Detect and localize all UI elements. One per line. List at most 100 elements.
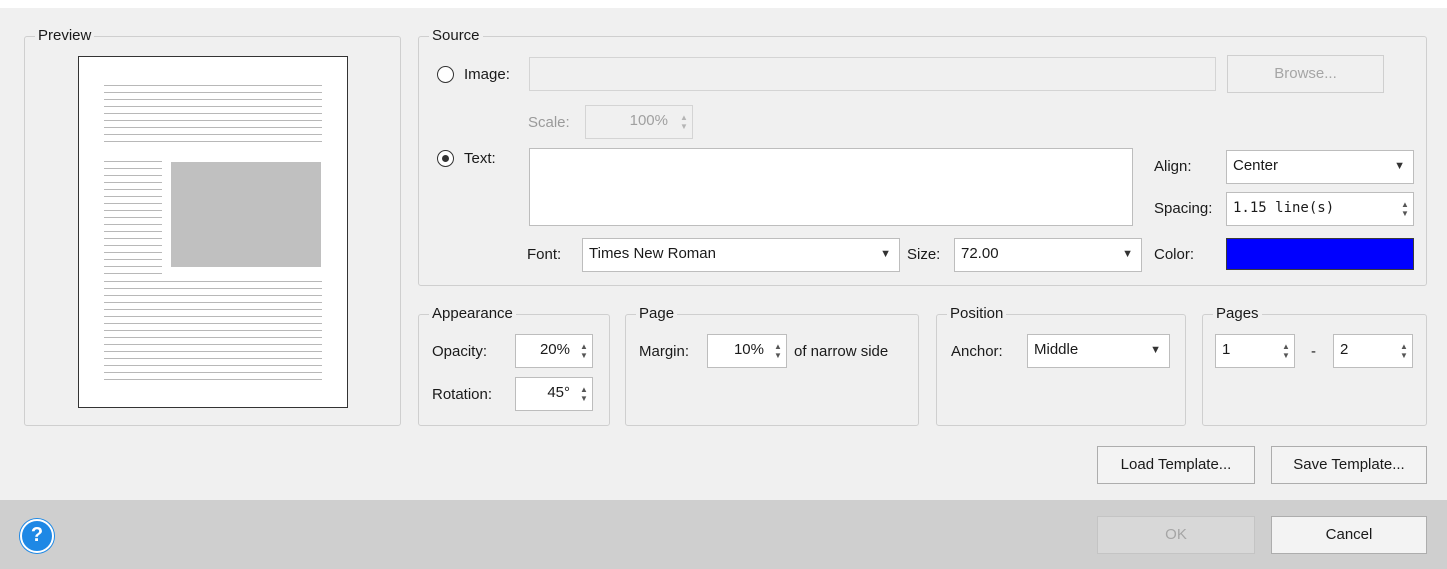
position-legend: Position: [950, 305, 1004, 322]
save-template-button[interactable]: Save Template...: [1271, 446, 1427, 484]
preview-text-line: [104, 182, 162, 183]
pages-to-spin-arrows-icon[interactable]: ▲ ▼: [1400, 342, 1408, 360]
scale-spin-arrows-icon[interactable]: ▲ ▼: [680, 113, 688, 131]
chevron-down-icon: ▼: [1394, 160, 1405, 172]
pages-separator: -: [1311, 343, 1316, 360]
preview-text-line: [104, 175, 162, 176]
margin-spin-arrows-icon[interactable]: ▲ ▼: [774, 342, 782, 360]
pages-from-spin-arrows-icon[interactable]: ▲ ▼: [1282, 342, 1290, 360]
pages-to-spinner[interactable]: 2 ▲ ▼: [1333, 334, 1413, 368]
pages-legend: Pages: [1216, 305, 1259, 322]
preview-text-line: [104, 113, 322, 114]
opacity-label: Opacity:: [432, 343, 488, 360]
image-radio[interactable]: [437, 66, 454, 83]
preview-text-line: [104, 196, 162, 197]
scale-value: 100%: [629, 112, 668, 129]
preview-text-line: [104, 161, 162, 162]
image-path-input[interactable]: [529, 57, 1216, 91]
preview-text-line: [104, 379, 322, 380]
preview-text-line: [104, 288, 322, 289]
rotation-value: 45°: [547, 384, 570, 401]
preview-legend: Preview: [38, 27, 92, 44]
preview-text-line: [104, 203, 162, 204]
rotation-spin-arrows-icon[interactable]: ▲ ▼: [580, 385, 588, 403]
size-dropdown[interactable]: 72.00 ▼: [954, 238, 1142, 272]
browse-button[interactable]: Browse...: [1227, 55, 1384, 93]
preview-text-line: [104, 238, 162, 239]
preview-text-line: [104, 127, 322, 128]
preview-text-line: [104, 365, 322, 366]
align-label: Align:: [1154, 158, 1192, 175]
preview-text-line: [104, 231, 162, 232]
chevron-down-icon: ▼: [1150, 344, 1161, 356]
margin-value: 10%: [733, 341, 764, 358]
preview-text-line: [104, 337, 322, 338]
preview-text-line: [104, 273, 162, 274]
anchor-dropdown[interactable]: Middle ▼: [1027, 334, 1170, 368]
preview-text-line: [104, 168, 162, 169]
pages-from-value: 1: [1222, 341, 1231, 358]
margin-label: Margin:: [639, 343, 690, 360]
margin-spinner[interactable]: 10% ▲ ▼: [707, 334, 787, 368]
align-dropdown[interactable]: Center ▼: [1226, 150, 1414, 184]
help-icon[interactable]: ?: [20, 519, 54, 553]
size-value: 72.00: [961, 245, 999, 262]
anchor-label: Anchor:: [951, 343, 1003, 360]
watermark-text-input[interactable]: [529, 148, 1133, 226]
preview-text-line: [104, 224, 162, 225]
preview-text-line: [104, 85, 322, 86]
chevron-down-icon: ▼: [1122, 248, 1133, 260]
image-label: Image:: [464, 66, 510, 83]
preview-text-line: [104, 309, 322, 310]
anchor-value: Middle: [1034, 341, 1079, 358]
opacity-spin-arrows-icon[interactable]: ▲ ▼: [580, 342, 588, 360]
preview-text-line: [104, 99, 322, 100]
cancel-button[interactable]: Cancel: [1271, 516, 1427, 554]
preview-text-line: [104, 323, 322, 324]
preview-text-line: [104, 266, 162, 267]
preview-text-line: [104, 259, 162, 260]
preview-text-line: [104, 134, 322, 135]
appearance-legend: Appearance: [432, 305, 513, 322]
font-dropdown[interactable]: Times New Roman ▼: [582, 238, 900, 272]
ok-button[interactable]: OK: [1097, 516, 1255, 554]
spacing-spin-arrows-icon[interactable]: ▲ ▼: [1401, 200, 1409, 218]
source-legend: Source: [432, 27, 480, 44]
preview-text-line: [104, 344, 322, 345]
spacing-spinner[interactable]: 1.15 line(s) ▲ ▼: [1226, 192, 1414, 226]
preview-text-line: [104, 316, 322, 317]
scale-spinner[interactable]: 100% ▲ ▼: [585, 105, 693, 139]
page-legend: Page: [639, 305, 675, 322]
preview-text-line: [104, 330, 322, 331]
size-label: Size:: [907, 246, 941, 263]
scale-label: Scale:: [528, 114, 570, 131]
preview-text-line: [104, 351, 322, 352]
font-value: Times New Roman: [589, 245, 716, 262]
preview-text-line: [104, 281, 322, 282]
opacity-spinner[interactable]: 20% ▲ ▼: [515, 334, 593, 368]
preview-text-line: [104, 295, 322, 296]
preview-text-line: [104, 302, 322, 303]
preview-text-line: [104, 252, 162, 253]
text-label: Text:: [464, 150, 496, 167]
preview-text-line: [104, 189, 162, 190]
preview-text-line: [104, 372, 322, 373]
chevron-down-icon: ▼: [880, 248, 891, 260]
color-label: Color:: [1154, 246, 1195, 263]
preview-text-line: [104, 120, 322, 121]
margin-suffix-label: of narrow side: [794, 343, 889, 360]
rotation-spinner[interactable]: 45° ▲ ▼: [515, 377, 593, 411]
color-swatch[interactable]: [1226, 238, 1414, 270]
opacity-value: 20%: [539, 341, 570, 358]
preview-text-line: [104, 217, 162, 218]
preview-text-line: [104, 92, 322, 93]
preview-text-line: [104, 245, 162, 246]
load-template-button[interactable]: Load Template...: [1097, 446, 1255, 484]
preview-text-line: [104, 358, 322, 359]
preview-watermark-box: [171, 162, 321, 267]
pages-from-spinner[interactable]: 1 ▲ ▼: [1215, 334, 1295, 368]
rotation-label: Rotation:: [432, 386, 493, 403]
font-label: Font:: [527, 246, 562, 263]
spacing-value: 1.15 line(s): [1233, 200, 1335, 216]
text-radio[interactable]: [437, 150, 454, 167]
